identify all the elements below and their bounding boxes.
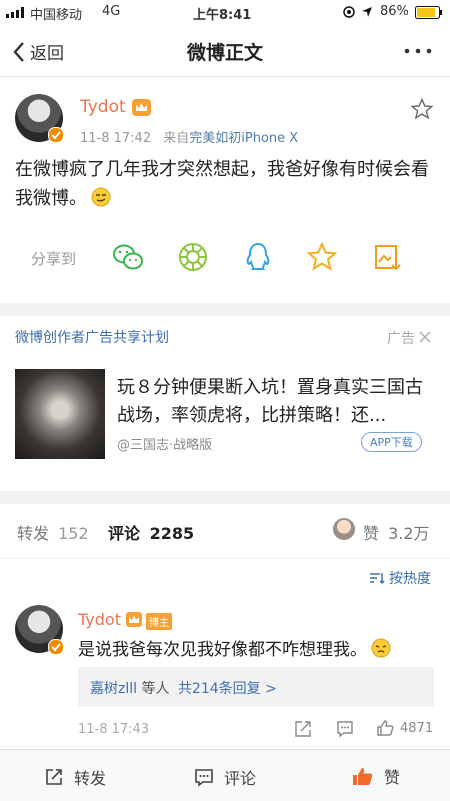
repost-icon xyxy=(46,769,62,785)
sort-label: 按热度 xyxy=(389,571,431,587)
clock: 上午8:41 xyxy=(193,8,252,23)
verified-icon xyxy=(48,127,64,143)
share-label: 分享到 xyxy=(31,250,77,268)
tab-likes[interactable]: 赞 3.2万 xyxy=(363,520,430,544)
bottom-repost-button[interactable]: 转发 xyxy=(44,765,106,789)
comment-text: 是说我爸每次见我好像都不咋想理我。 xyxy=(78,635,391,660)
comment-like-button[interactable]: 4871 xyxy=(376,719,433,737)
bottom-action-bar: 转发 评论 赞 xyxy=(0,749,450,801)
ad-source[interactable]: @三国志·战略版 xyxy=(117,434,212,453)
replies-summary: 嘉树zlll 等人 共214条回复 > xyxy=(90,678,277,698)
tab-reposts[interactable]: 转发 152 xyxy=(17,520,89,544)
reply-count-link[interactable]: 共214条回复 > xyxy=(178,681,277,697)
bottom-repost-label: 转发 xyxy=(74,769,107,788)
comment-section: 按热度 Tydot 博主 是说我爸每次见我好像都不咋想理我。 嘉树zlll 等人… xyxy=(0,559,450,749)
tab-comments-count: 2285 xyxy=(149,524,195,543)
commenter-name[interactable]: Tydot xyxy=(78,610,121,629)
moments-icon[interactable] xyxy=(178,242,208,272)
author-badge: 博主 xyxy=(146,613,172,630)
post-time: 11-8 17:42 xyxy=(80,131,152,146)
bottom-like-button[interactable]: 赞 xyxy=(352,764,400,788)
bottom-like-label: 赞 xyxy=(384,768,401,787)
tab-reposts-count: 152 xyxy=(58,524,89,543)
ad-title[interactable]: 微博创作者广告共享计划 xyxy=(15,327,169,347)
commenter-vip-icon xyxy=(126,612,142,627)
battery-icon xyxy=(415,6,443,19)
nav-bar: 返回 微博正文 xyxy=(0,24,450,77)
reply-mid: 等人 xyxy=(141,681,170,697)
wechat-icon[interactable] xyxy=(112,242,144,272)
liked-thumbs-up-icon xyxy=(353,767,373,785)
carrier-label: 中国移动 xyxy=(30,8,83,23)
post-text-content: 在微博疯了几年我才突然想起，我爸好像有时候会看我微博。 xyxy=(15,159,429,209)
interaction-tabs: 转发 152 评论 2285 赞 3.2万 xyxy=(0,504,450,558)
tab-likes-label: 赞 xyxy=(363,524,380,543)
comment-like-count: 4871 xyxy=(400,720,434,736)
sort-icon xyxy=(370,573,385,584)
status-bar: 中国移动 4G 上午8:41 86% xyxy=(0,0,450,24)
ad-card[interactable]: 微博创作者广告共享计划 广告 玩８分钟便果断入坑！置身真实三国古战场，率领虎将，… xyxy=(0,316,450,491)
ad-text[interactable]: 玩８分钟便果断入坑！置身真实三国古战场，率领虎将，比拼策略！还... xyxy=(117,374,435,430)
sulky-emoji-icon xyxy=(371,638,391,658)
post-meta: 11-8 17:42 来自完美如初iPhone X xyxy=(80,127,298,146)
signal-icon xyxy=(6,7,28,18)
bottom-comment-label: 评论 xyxy=(224,769,257,788)
tab-comments[interactable]: 评论 2285 xyxy=(108,520,194,544)
comment-repost-icon[interactable] xyxy=(294,720,312,738)
page-title: 微博正文 xyxy=(186,42,263,64)
save-image-icon[interactable] xyxy=(374,242,402,272)
tab-comments-label: 评论 xyxy=(108,524,141,543)
commenter-verified-icon xyxy=(48,639,64,655)
favorite-star-icon[interactable] xyxy=(411,98,433,120)
thumbs-up-icon xyxy=(377,720,394,736)
liker-avatar xyxy=(333,518,355,540)
source-prefix: 来自 xyxy=(163,131,190,146)
qq-icon[interactable] xyxy=(244,242,272,272)
comment-reply-icon[interactable] xyxy=(336,720,354,738)
author-name[interactable]: Tydot xyxy=(80,97,126,117)
ad-image[interactable] xyxy=(15,369,105,459)
orientation-lock-icon xyxy=(343,6,355,18)
comment-icon xyxy=(195,769,213,787)
battery-percent: 86% xyxy=(380,4,409,19)
ad-tag: 广告 xyxy=(387,331,415,347)
tab-likes-count: 3.2万 xyxy=(388,524,430,543)
bottom-comment-button[interactable]: 评论 xyxy=(194,765,256,789)
post-text: 在微博疯了几年我才突然想起，我爸好像有时候会看我微博。 xyxy=(15,155,435,213)
location-icon xyxy=(361,6,373,18)
comment-text-content: 是说我爸每次见我好像都不咋想理我。 xyxy=(78,640,367,660)
sort-button[interactable]: 按热度 xyxy=(369,568,431,588)
app-download-button[interactable]: APP下载 xyxy=(361,432,422,452)
reply-users[interactable]: 嘉树zlll xyxy=(90,681,137,697)
star-share-icon[interactable] xyxy=(307,242,337,272)
comment-time: 11-8 17:43 xyxy=(78,722,150,737)
post-card: Tydot 11-8 17:42 来自完美如初iPhone X 在微博疯了几年我… xyxy=(0,77,450,303)
smirk-emoji-icon xyxy=(91,187,111,207)
network-label: 4G xyxy=(102,4,121,19)
vip-crown-icon xyxy=(132,99,151,116)
source-link[interactable]: 完美如初iPhone X xyxy=(189,131,298,146)
replies-box[interactable]: 嘉树zlll 等人 共214条回复 > xyxy=(78,667,434,707)
more-icon[interactable] xyxy=(404,48,434,54)
close-ad-icon[interactable] xyxy=(419,331,431,343)
tab-reposts-label: 转发 xyxy=(17,524,50,543)
